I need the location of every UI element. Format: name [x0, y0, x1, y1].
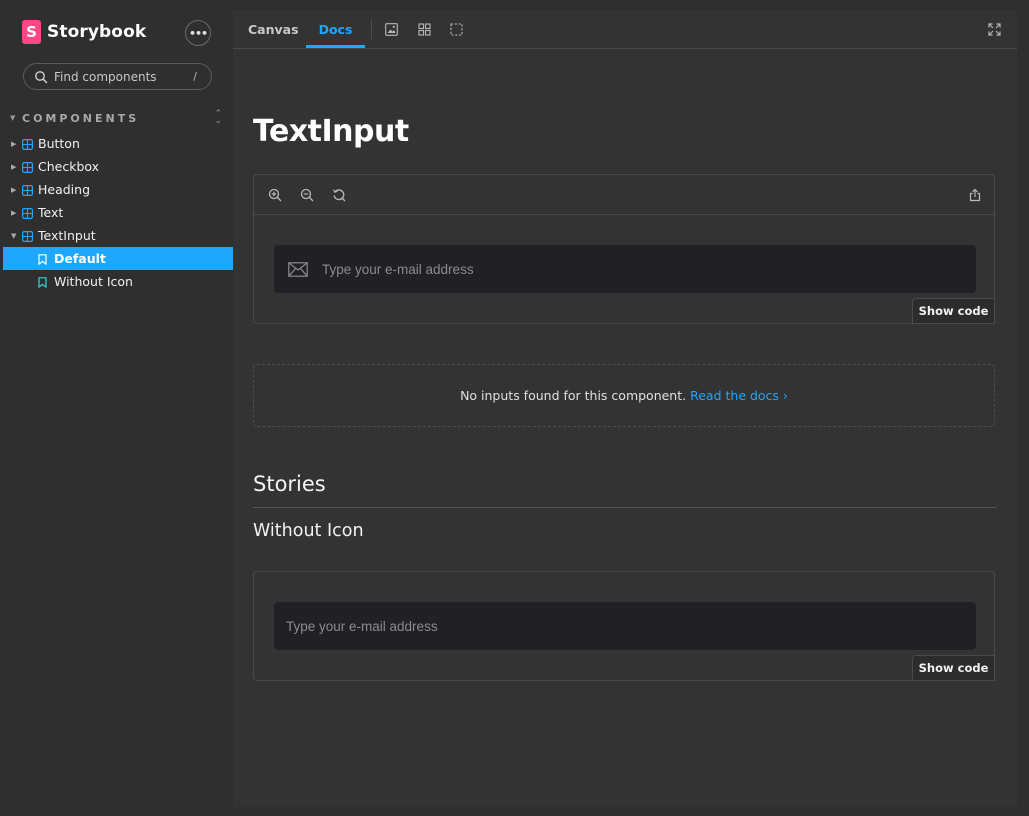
email-placeholder: Type your e-mail address	[322, 261, 474, 277]
search-field[interactable]: Find components /	[23, 63, 212, 90]
email-placeholder: Type your e-mail address	[286, 618, 438, 634]
component-icon	[22, 138, 34, 151]
story-preview-primary: Type your e-mail address Show code	[253, 174, 995, 324]
expand-caret-icon: ▶	[11, 139, 17, 148]
tree-item-label: Text	[38, 205, 64, 220]
stories-heading: Stories	[253, 472, 326, 496]
grid-icon[interactable]	[418, 23, 431, 36]
more-options-button[interactable]: •••	[185, 20, 211, 46]
search-shortcut-hint: /	[193, 70, 197, 83]
bookmark-icon	[38, 253, 47, 265]
args-table-empty-notice: No inputs found for this component. Read…	[253, 364, 995, 427]
components-section-header[interactable]: ▼ COMPONENTS ⌃ ⌄	[10, 110, 222, 126]
section-label: COMPONENTS	[22, 111, 140, 125]
story-preview-without-icon: Type your e-mail address Show code	[253, 571, 995, 681]
share-icon[interactable]	[968, 188, 982, 202]
show-code-button[interactable]: Show code	[912, 655, 995, 681]
tree-item-label: Checkbox	[38, 159, 100, 174]
search-icon	[34, 70, 48, 84]
brand[interactable]: S Storybook	[22, 20, 146, 44]
story-label: Default	[54, 251, 106, 266]
zoom-reset-icon[interactable]	[332, 188, 346, 202]
preview-toolbar	[254, 175, 994, 215]
component-icon	[22, 161, 34, 174]
expand-collapse-all-icon[interactable]: ⌃ ⌄	[214, 110, 222, 126]
tab-docs[interactable]: Docs	[306, 10, 365, 48]
tree-item-label: Heading	[38, 182, 91, 197]
story-item-default[interactable]: Default	[3, 247, 233, 270]
component-icon	[22, 207, 34, 220]
toolbar-divider	[371, 19, 372, 39]
docs-panel: Canvas Docs TextInput Type your e-mail a…	[233, 10, 1017, 807]
bookmark-icon	[38, 276, 47, 288]
outline-icon[interactable]	[450, 23, 463, 36]
tree-item-checkbox[interactable]: ▶ Checkbox	[0, 155, 233, 178]
expand-caret-icon: ▶	[11, 162, 17, 171]
collapse-caret-icon: ▼	[10, 114, 16, 122]
story-heading: Without Icon	[253, 521, 364, 541]
sidebar: S Storybook ••• Find components / ▼ COMP…	[0, 0, 233, 816]
expand-caret-icon: ▶	[11, 208, 17, 217]
tree-item-button[interactable]: ▶ Button	[0, 132, 233, 155]
tree-item-label: TextInput	[38, 228, 96, 243]
search-input[interactable]: Find components	[54, 70, 193, 84]
toolbar: Canvas Docs	[233, 10, 1017, 49]
divider	[253, 507, 997, 508]
storybook-logo-icon: S	[22, 20, 41, 44]
email-input[interactable]: Type your e-mail address	[274, 602, 976, 650]
brand-name: Storybook	[47, 22, 147, 42]
no-inputs-text: No inputs found for this component.	[460, 388, 687, 403]
story-label: Without Icon	[54, 274, 133, 289]
page-title: TextInput	[253, 114, 409, 149]
tab-canvas[interactable]: Canvas	[248, 10, 299, 48]
read-docs-link[interactable]: Read the docs ›	[690, 388, 788, 403]
tree-item-text[interactable]: ▶ Text	[0, 201, 233, 224]
mail-icon	[288, 261, 308, 277]
show-code-button[interactable]: Show code	[912, 298, 995, 324]
tree-item-label: Button	[38, 136, 80, 151]
expand-caret-icon: ▶	[11, 185, 17, 194]
zoom-in-icon[interactable]	[268, 188, 282, 202]
fullscreen-icon[interactable]	[988, 23, 1001, 36]
email-input-with-icon[interactable]: Type your e-mail address	[274, 245, 976, 293]
component-icon	[22, 184, 34, 197]
background-image-icon[interactable]	[385, 23, 398, 36]
story-item-without-icon[interactable]: Without Icon	[0, 270, 233, 293]
tree-item-textinput[interactable]: ▼ TextInput	[0, 224, 233, 247]
tree-item-heading[interactable]: ▶ Heading	[0, 178, 233, 201]
component-icon	[22, 230, 34, 243]
collapse-caret-icon: ▼	[11, 231, 17, 240]
zoom-out-icon[interactable]	[300, 188, 314, 202]
component-tree: ▶ Button ▶ Checkbox ▶ Heading ▶ Text ▼ T…	[0, 132, 233, 293]
